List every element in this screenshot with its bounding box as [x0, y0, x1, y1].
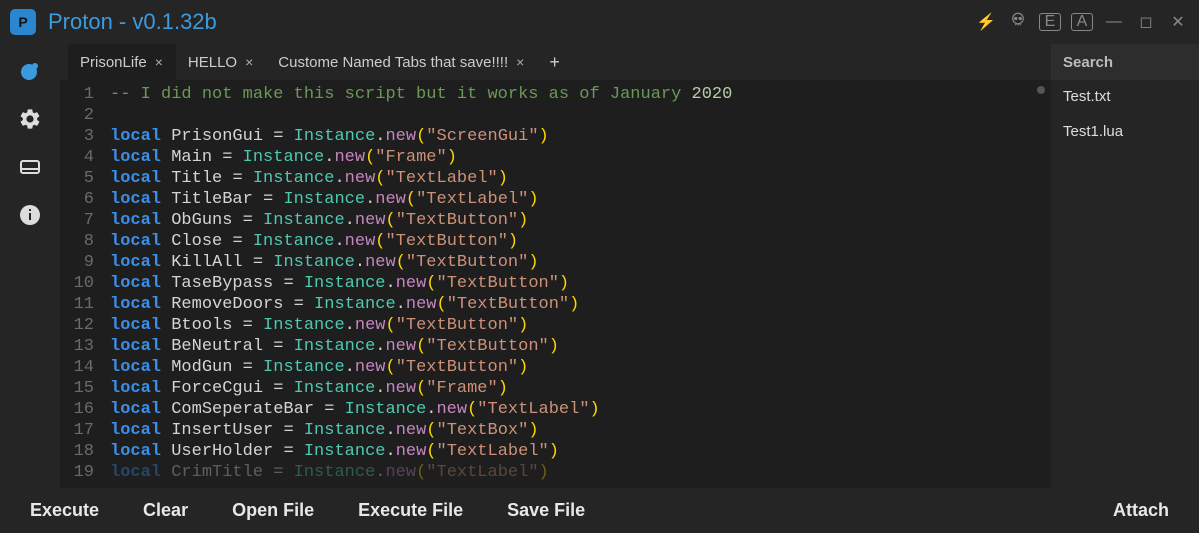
save-file-button[interactable]: Save File	[489, 494, 603, 527]
tab-0[interactable]: PrisonLife ×	[68, 44, 176, 80]
bolt-icon[interactable]: ⚡	[975, 12, 997, 32]
tab-close-icon[interactable]: ×	[516, 54, 524, 70]
tab-close-icon[interactable]: ×	[155, 54, 163, 70]
scrollbar-thumb[interactable]	[1037, 86, 1045, 94]
tab-1[interactable]: HELLO ×	[176, 44, 266, 80]
tab-close-icon[interactable]: ×	[245, 54, 253, 70]
bottombar: Execute Clear Open File Execute File Sav…	[0, 488, 1199, 533]
maximize-icon[interactable]: ◻	[1135, 12, 1157, 32]
line-gutter: 12345678910111213141516171819	[60, 80, 104, 488]
sidebar-home-icon[interactable]	[17, 58, 43, 84]
app-logo: P	[10, 9, 36, 35]
execute-file-button[interactable]: Execute File	[340, 494, 481, 527]
search-header: Search	[1051, 44, 1199, 80]
add-tab-button[interactable]: +	[537, 44, 572, 80]
a-box-icon[interactable]: A	[1071, 13, 1093, 31]
skull-icon[interactable]	[1007, 11, 1029, 34]
attach-button[interactable]: Attach	[1095, 494, 1187, 527]
titlebar-icons: ⚡ E A — ◻ ✕	[975, 11, 1189, 34]
clear-button[interactable]: Clear	[125, 494, 206, 527]
code-editor[interactable]: 12345678910111213141516171819 -- I did n…	[60, 80, 1051, 488]
sidebar-info-icon[interactable]	[17, 202, 43, 228]
tab-label: HELLO	[188, 54, 237, 71]
minimize-icon[interactable]: —	[1103, 13, 1125, 31]
sidebar-panel-icon[interactable]	[17, 154, 43, 180]
titlebar: P Proton - v0.1.32b ⚡ E A — ◻ ✕	[0, 0, 1199, 44]
search-item-0[interactable]: Test.txt	[1063, 88, 1187, 105]
search-panel: Search Test.txt Test1.lua	[1051, 44, 1199, 488]
tabbar: PrisonLife×HELLO×Custome Named Tabs that…	[60, 44, 1051, 80]
sidebar	[0, 44, 60, 488]
sidebar-settings-icon[interactable]	[17, 106, 43, 132]
code-area[interactable]: -- I did not make this script but it wor…	[104, 80, 1051, 488]
tab-2[interactable]: Custome Named Tabs that save!!!! ×	[266, 44, 537, 80]
open-file-button[interactable]: Open File	[214, 494, 332, 527]
tab-label: PrisonLife	[80, 54, 147, 71]
e-box-icon[interactable]: E	[1039, 13, 1061, 31]
search-item-1[interactable]: Test1.lua	[1063, 123, 1187, 140]
execute-button[interactable]: Execute	[12, 494, 117, 527]
close-window-icon[interactable]: ✕	[1167, 12, 1189, 32]
app-title: Proton - v0.1.32b	[48, 9, 217, 35]
tab-label: Custome Named Tabs that save!!!!	[278, 54, 508, 71]
